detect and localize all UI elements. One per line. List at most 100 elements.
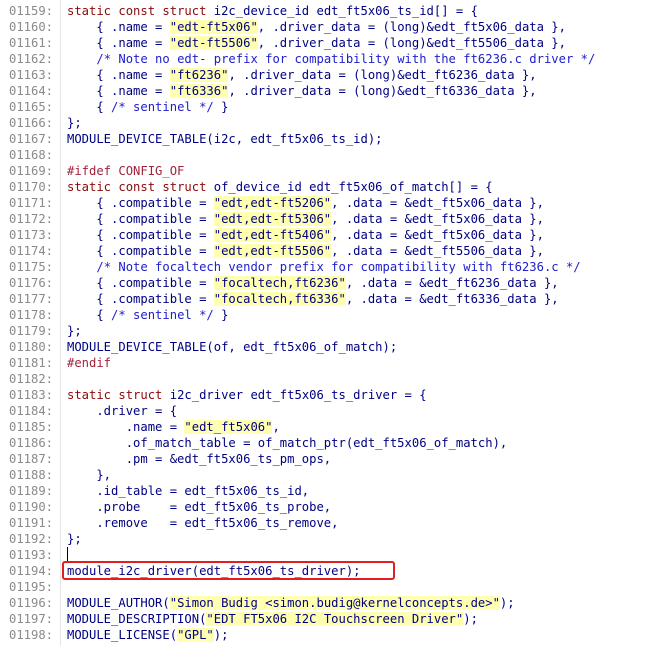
code-token: , .driver_data = (long)&edt_ft6336_data … <box>228 84 537 98</box>
code-text[interactable]: .driver = { <box>67 403 177 419</box>
line-number: 01171: <box>9 196 54 210</box>
code-token: { .compatible = <box>67 228 214 242</box>
code-text[interactable]: }, <box>67 467 111 483</box>
code-text[interactable]: MODULE_DEVICE_TABLE(i2c, edt_ft5x06_ts_i… <box>67 131 383 147</box>
code-line[interactable]: 01177: { .compatible = "focaltech,ft6336… <box>0 291 659 307</box>
string-literal: "Simon Budig <simon.budig@kernelconcepts… <box>169 596 500 610</box>
code-text[interactable]: { .name = "ft6236", .driver_data = (long… <box>67 67 537 83</box>
code-text[interactable]: .remove = edt_ft5x06_ts_remove, <box>67 515 338 531</box>
string-literal: "EDT FT5x06 I2C Touchscreen Driver" <box>206 612 464 626</box>
code-line[interactable]: 01171: { .compatible = "edt,edt-ft5206",… <box>0 195 659 211</box>
code-line[interactable]: 01168: <box>0 147 659 163</box>
code-line[interactable]: 01170: static const struct of_device_id e… <box>0 179 659 195</box>
code-line[interactable]: 01188: }, <box>0 467 659 483</box>
code-line[interactable]: 01176: { .compatible = "focaltech,ft6236… <box>0 275 659 291</box>
code-line[interactable]: 01172: { .compatible = "edt,edt-ft5306",… <box>0 211 659 227</box>
code-token: .id_table = edt_ft5x06_ts_id, <box>67 484 310 498</box>
line-number: 01161: <box>9 36 54 50</box>
code-line[interactable]: 01192:}; <box>0 531 659 547</box>
code-token: MODULE_DESCRIPTION( <box>67 612 207 626</box>
code-text[interactable]: { /* sentinel */ } <box>67 99 228 115</box>
line-number: 01187: <box>9 452 54 466</box>
code-line[interactable]: 01187: .pm = &edt_ft5x06_ts_pm_ops, <box>0 451 659 467</box>
keyword: struct <box>162 180 207 194</box>
code-line[interactable]: 01190: .probe = edt_ft5x06_ts_probe, <box>0 499 659 515</box>
code-token: MODULE_LICENSE( <box>67 628 178 642</box>
code-comment: /* sentinel */ <box>111 100 214 114</box>
code-text[interactable]: MODULE_DEVICE_TABLE(of, edt_ft5x06_of_ma… <box>67 339 397 355</box>
line-number: 01181: <box>9 356 54 370</box>
code-text[interactable]: MODULE_LICENSE("GPL"); <box>67 627 228 643</box>
code-line[interactable]: 01197: MODULE_DESCRIPTION("EDT FT5x06 I2C… <box>0 611 659 627</box>
code-text[interactable]: .pm = &edt_ft5x06_ts_pm_ops, <box>67 451 331 467</box>
code-text[interactable]: #endif <box>67 355 111 371</box>
code-text[interactable]: /* Note no edt- prefix for compatibility… <box>67 51 595 67</box>
code-text[interactable]: { /* sentinel */ } <box>67 307 228 323</box>
code-line[interactable]: 01183: static struct i2c_driver edt_ft5x0… <box>0 387 659 403</box>
code-text[interactable]: .of_match_table = of_match_ptr(edt_ft5x0… <box>67 435 508 451</box>
code-text[interactable]: MODULE_DESCRIPTION("EDT FT5x06 I2C Touch… <box>67 611 478 627</box>
code-text[interactable]: }; <box>67 115 82 131</box>
code-text[interactable]: { .name = "edt-ft5x06", .driver_data = (… <box>67 19 566 35</box>
line-number: 01189: <box>9 484 54 498</box>
line-number: 01178: <box>9 308 54 322</box>
code-line[interactable]: 01185: .name = "edt_ft5x06", <box>0 419 659 435</box>
code-text[interactable]: { .compatible = "focaltech,ft6336", .dat… <box>67 291 559 307</box>
code-line[interactable]: 01161: { .name = "edt-ft5506", .driver_d… <box>0 35 659 51</box>
code-line[interactable]: 01165: { /* sentinel */ } <box>0 99 659 115</box>
code-line[interactable]: 01196: MODULE_AUTHOR("Simon Budig <simon.… <box>0 595 659 611</box>
line-number: 01177: <box>9 292 54 306</box>
code-line[interactable]: 01195: <box>0 579 659 595</box>
code-text[interactable]: static struct i2c_driver edt_ft5x06_ts_d… <box>67 387 427 403</box>
code-text[interactable]: static const struct i2c_device_id edt_ft… <box>67 3 478 19</box>
code-text[interactable]: }; <box>67 323 82 339</box>
string-literal: "GPL" <box>177 628 214 642</box>
code-line[interactable]: 01181: #endif <box>0 355 659 371</box>
code-line[interactable]: 01186: .of_match_table = of_match_ptr(ed… <box>0 435 659 451</box>
code-line[interactable]: 01160: { .name = "edt-ft5x06", .driver_d… <box>0 19 659 35</box>
code-line[interactable]: 01178: { /* sentinel */ } <box>0 307 659 323</box>
code-text[interactable]: .probe = edt_ft5x06_ts_probe, <box>67 499 331 515</box>
code-line[interactable]: 01167: MODULE_DEVICE_TABLE(i2c, edt_ft5x0… <box>0 131 659 147</box>
code-line[interactable]: 01191: .remove = edt_ft5x06_ts_remove, <box>0 515 659 531</box>
code-text[interactable]: MODULE_AUTHOR("Simon Budig <simon.budig@… <box>67 595 515 611</box>
code-line[interactable]: 01164: { .name = "ft6336", .driver_data … <box>0 83 659 99</box>
code-text[interactable]: { .name = "ft6336", .driver_data = (long… <box>67 83 537 99</box>
line-number: 01192: <box>9 532 54 546</box>
code-text[interactable]: .id_table = edt_ft5x06_ts_id, <box>67 483 309 499</box>
code-text[interactable]: { .compatible = "focaltech,ft6236", .dat… <box>67 275 559 291</box>
code-line[interactable]: 01169: #ifdef CONFIG_OF <box>0 163 659 179</box>
code-line[interactable]: 01182: <box>0 371 659 387</box>
code-comment: /* sentinel */ <box>111 308 214 322</box>
code-text[interactable]: }; <box>67 531 82 547</box>
code-line[interactable]: 01159: static const struct i2c_device_id … <box>0 3 659 19</box>
code-line[interactable]: 01179:}; <box>0 323 659 339</box>
preprocessor-directive: #ifdef CONFIG_OF <box>67 164 185 178</box>
code-text[interactable]: /* Note focaltech vendor prefix for comp… <box>67 259 580 275</box>
code-text[interactable]: { .compatible = "edt,edt-ft5306", .data … <box>67 211 544 227</box>
code-line[interactable]: 01162: /* Note no edt- prefix for compat… <box>0 51 659 67</box>
code-text[interactable]: static const struct of_device_id edt_ft5… <box>67 179 493 195</box>
code-text[interactable]: { .compatible = "edt,edt-ft5506", .data … <box>67 243 544 259</box>
code-line[interactable]: 01166:}; <box>0 115 659 131</box>
code-text[interactable]: { .compatible = "edt,edt-ft5206", .data … <box>67 195 544 211</box>
keyword: static <box>67 388 119 402</box>
code-token: } <box>213 308 229 322</box>
code-token: .of_match_table = of_match_ptr(edt_ft5x0… <box>67 436 508 450</box>
code-line[interactable]: 01198: MODULE_LICENSE("GPL"); <box>0 627 659 643</box>
code-line[interactable]: 01173: { .compatible = "edt,edt-ft5406",… <box>0 227 659 243</box>
code-line[interactable]: 01175: /* Note focaltech vendor prefix f… <box>0 259 659 275</box>
code-text[interactable]: { .name = "edt-ft5506", .driver_data = (… <box>67 35 566 51</box>
code-editor[interactable]: 01159: static const struct i2c_device_id … <box>0 0 659 646</box>
code-line[interactable]: 01184: .driver = { <box>0 403 659 419</box>
string-literal: "edt,edt-ft5306" <box>213 212 332 226</box>
code-text[interactable]: { .compatible = "edt,edt-ft5406", .data … <box>67 227 544 243</box>
code-token: i2c_device_id edt_ft5x06_ts_id[] = { <box>206 4 478 18</box>
code-line[interactable]: 01189: .id_table = edt_ft5x06_ts_id, <box>0 483 659 499</box>
code-line[interactable]: 01180: MODULE_DEVICE_TABLE(of, edt_ft5x06… <box>0 339 659 355</box>
code-line[interactable]: 01174: { .compatible = "edt,edt-ft5506",… <box>0 243 659 259</box>
code-line[interactable]: 01163: { .name = "ft6236", .driver_data … <box>0 67 659 83</box>
line-number: 01197: <box>9 612 54 626</box>
code-text[interactable]: #ifdef CONFIG_OF <box>67 163 184 179</box>
code-text[interactable]: .name = "edt_ft5x06", <box>67 419 280 435</box>
